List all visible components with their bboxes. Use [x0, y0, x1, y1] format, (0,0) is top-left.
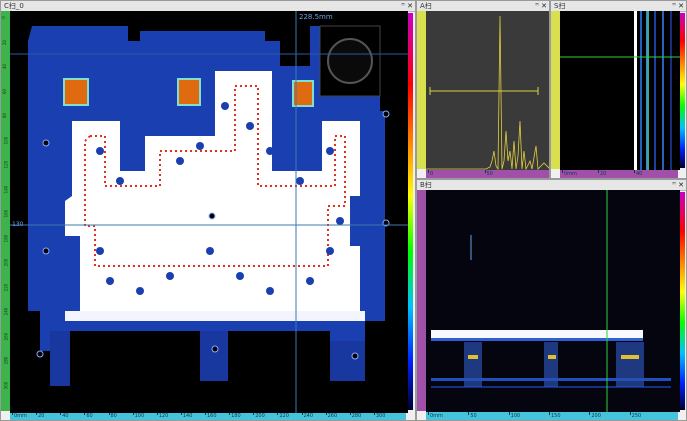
a-scan-left-ruler [417, 11, 426, 169]
bottom-edge [65, 311, 365, 321]
s-scan-panel: S扫 ꟸ ✕ 0mm 20 40 [550, 0, 687, 179]
c-scan-bottom-ruler: 0mm 20 40 60 80 100 120 140 160 180 200 220 240 260 28… [10, 412, 406, 420]
ruler-tick-label: 200 [589, 412, 601, 419]
ruler-tick-label: 60 [2, 88, 8, 94]
s-scan-title: S扫 [554, 2, 566, 10]
pin-icon[interactable]: ꟸ [401, 1, 405, 11]
ruler-tick-label: 240 [301, 412, 314, 419]
ruler-tick-label: 40 [60, 412, 69, 419]
ruler-tick-label: 100 [132, 412, 145, 419]
ruler-tick-label: 0mm [428, 412, 443, 419]
c-scan-svg [10, 11, 408, 413]
ruler-tick-label: 220 [3, 283, 9, 291]
ruler-tick-label: 40 [2, 63, 8, 70]
s-scan-svg [560, 11, 680, 170]
ruler-tick-label: 0mm [12, 412, 27, 419]
s-scan-color-palette [680, 13, 685, 168]
a-scan-bottom-ruler: 0 50 [426, 170, 549, 178]
close-icon[interactable]: ✕ [678, 180, 684, 190]
a-scan-title: A扫 [420, 2, 432, 10]
hot-spot-1 [63, 78, 89, 106]
ruler-tick-label: 50 [484, 170, 493, 177]
ruler-tick-label: 0mm [562, 170, 577, 177]
a-scan-plot[interactable] [426, 11, 549, 170]
ruler-tick-label: 260 [325, 412, 338, 419]
ruler-tick-label: 180 [229, 412, 241, 419]
ruler-tick-label: 100 [508, 412, 521, 419]
ruler-tick-label: 80 [108, 412, 117, 419]
ruler-tick-label: 120 [156, 412, 169, 419]
s-scan-bottom-ruler: 0mm 20 40 [560, 170, 678, 178]
s-scan-image[interactable] [560, 11, 680, 170]
c-scan-image[interactable]: 228.5mm 130 [10, 11, 408, 413]
close-icon[interactable]: ✕ [678, 1, 684, 11]
ruler-tick-label: 100 [3, 136, 9, 144]
a-scan-panel: A扫 ꟸ ✕ 0 50 [416, 0, 550, 179]
close-icon[interactable]: ✕ [407, 1, 413, 11]
b-scan-title: B扫 [420, 181, 432, 189]
b-scan-indication-3 [616, 342, 644, 387]
ruler-tick-label: 140 [180, 412, 193, 419]
ruler-tick-label: 20 [36, 412, 45, 419]
ruler-tick-label: 280 [3, 356, 9, 365]
b-scan-image[interactable] [426, 190, 680, 412]
ruler-tick-label: 220 [277, 412, 289, 419]
c-scan-title: C扫_0 [4, 2, 24, 10]
leg-left [50, 331, 70, 386]
c-scan-color-palette [408, 13, 413, 410]
b-scan-color-palette [680, 192, 685, 410]
b-scan-surface-echo [431, 330, 643, 338]
ruler-tick-label: 260 [3, 332, 9, 340]
ruler-tick-label: 200 [253, 412, 265, 419]
b-scan-indication-2 [544, 342, 558, 387]
ruler-tick-label: 0 [0, 16, 6, 19]
a-scan-waveform [426, 15, 549, 170]
crosshair-measure-label: 228.5mm [299, 13, 333, 21]
ruler-tick-label: 80 [2, 112, 8, 119]
ruler-tick-label: 150 [549, 412, 561, 419]
ruler-tick-label: 20 [2, 39, 8, 45]
ruler-tick-label: 300 [373, 412, 386, 419]
b-scan-bottom-ruler: 0mm 50 100 150 200 250 [426, 412, 678, 420]
pin-icon[interactable]: ꟸ [535, 1, 539, 11]
ruler-tick-label: 240 [3, 307, 9, 316]
hot-spot-2 [177, 78, 201, 106]
crosshair-y-label: 130 [12, 221, 24, 228]
c-scan-panel: C扫_0 ꟸ ✕ 0 20 40 60 80 100 120 140 160 180 200 220 2… [0, 0, 416, 421]
leg-right [330, 341, 365, 381]
b-scan-svg [426, 190, 680, 412]
flange-hole [327, 38, 373, 84]
pin-icon[interactable]: ꟸ [672, 1, 676, 11]
ruler-tick-label: 300 [3, 381, 9, 389]
ruler-tick-label: 60 [84, 412, 93, 419]
ruler-tick-label: 250 [629, 412, 642, 419]
s-scan-left-ruler [551, 11, 560, 169]
ruler-tick-label: 180 [3, 234, 9, 242]
leg-center [200, 331, 228, 381]
ruler-tick-label: 0 [427, 170, 434, 177]
ruler-tick-label: 120 [3, 160, 9, 169]
b-scan-indication-1 [464, 342, 482, 387]
ruler-tick-label: 50 [468, 412, 477, 419]
b-scan-panel: B扫 ꟸ ✕ 0mm 50 100 150 200 250 [416, 179, 687, 421]
b-scan-left-ruler [417, 190, 426, 411]
s-scan-surface-echo [634, 11, 637, 170]
ruler-tick-label: 200 [3, 258, 9, 267]
close-icon[interactable]: ✕ [541, 1, 547, 11]
c-scan-left-ruler: 0 20 40 60 80 100 120 140 160 180 200 220 240 260 280 3… [1, 11, 10, 411]
ruler-tick-label: 160 [205, 412, 217, 419]
ruler-tick-label: 140 [3, 185, 9, 193]
ruler-tick-label: 280 [349, 412, 362, 419]
pin-icon[interactable]: ꟸ [672, 180, 676, 190]
ruler-tick-label: 160 [3, 209, 9, 218]
ruler-tick-label: 20 [597, 170, 607, 177]
a-scan-svg [426, 15, 549, 170]
ruler-tick-label: 40 [633, 170, 643, 177]
